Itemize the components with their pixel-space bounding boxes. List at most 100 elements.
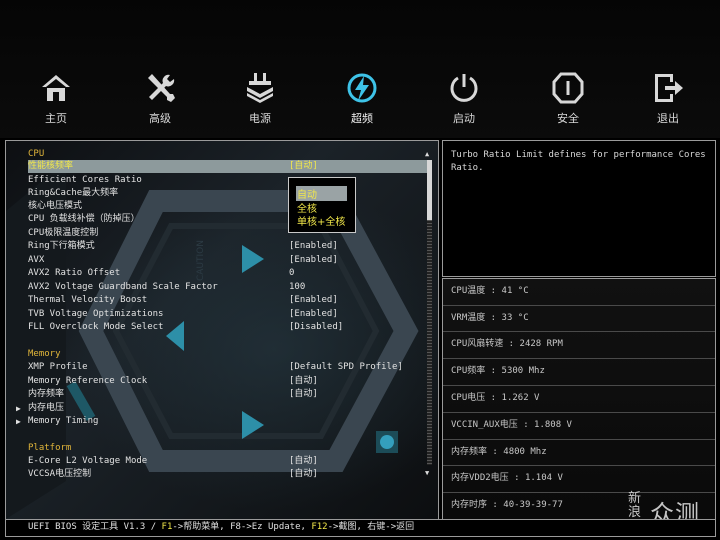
setting-row-pcore-ratio[interactable]: 性能核频率 [自动] <box>28 160 428 173</box>
status-value: : 40-39-39-77 <box>487 500 563 510</box>
exit-icon <box>655 74 683 102</box>
scrollbar-thumb[interactable] <box>427 160 432 220</box>
setting-row-tjmax[interactable]: CPU极限温度控制 <box>28 227 428 240</box>
setting-label: 内存电压 <box>28 403 65 413</box>
setting-label: AVX2 Voltage Guardband Scale Factor <box>28 282 218 292</box>
nav-item-boot[interactable]: 启动 <box>432 72 496 126</box>
setting-label: 核心电压模式 <box>28 201 83 211</box>
setting-label: Memory Timing <box>28 416 99 426</box>
dropdown-option-single-all-core[interactable]: 单核+全核 <box>297 213 345 228</box>
scroll-down-arrow-icon[interactable]: ▼ <box>425 469 429 477</box>
hardware-monitor-panel: CPU温度 : 41 °C VRM温度 : 33 °C CPU风扇转速 : 24… <box>442 278 716 520</box>
status-cpu-voltage: CPU电压 : 1.262 V <box>451 390 539 403</box>
setting-row-ring-down[interactable]: Ring下行箱模式 [Enabled] <box>28 240 428 253</box>
status-label: CPU风扇转速 <box>451 339 504 349</box>
setting-value: [自动] <box>289 376 318 386</box>
dropdown-option-auto[interactable]: 自动 <box>296 186 347 201</box>
setting-label: AVX <box>28 255 45 265</box>
setting-value: [自动] <box>289 469 318 479</box>
status-label: CPU温度 <box>451 286 486 296</box>
nav-label-advanced: 高级 <box>149 112 171 125</box>
setting-row-vccsa[interactable]: VCCSA电压控制 [自动] <box>28 468 428 481</box>
divider <box>443 331 715 332</box>
setting-row-fll-mode[interactable]: FLL Overclock Mode Select [Disabled] <box>28 321 428 334</box>
setting-value: [自动] <box>289 456 318 466</box>
setting-value: [Default SPD Profile] <box>289 362 403 372</box>
status-value: : 1.808 V <box>517 420 572 430</box>
power-button-icon <box>450 74 478 102</box>
setting-label: 性能核频率 <box>28 161 74 171</box>
setting-value: [自动] <box>289 161 318 171</box>
section-title-cpu: CPU <box>28 149 45 159</box>
submenu-mem-timing[interactable]: ▶ Memory Timing <box>16 415 428 428</box>
divider <box>443 412 715 413</box>
setting-row-mem-ref-clock[interactable]: Memory Reference Clock [自动] <box>28 375 428 388</box>
status-mem-vdd2: 内存VDD2电压 : 1.104 V <box>451 470 563 483</box>
submenu-arrow-icon: ▶ <box>16 417 21 426</box>
footer-help-text: UEFI BIOS 设定工具 V1.3 / F1->帮助菜单, F8->Ez U… <box>28 521 414 534</box>
status-cpu-freq: CPU频率 : 5300 Mhz <box>451 363 545 376</box>
nav-item-power[interactable]: 电源 <box>228 72 292 126</box>
nav-item-overclock[interactable]: 超频 <box>330 72 394 126</box>
setting-label: Ring&Cache最大频率 <box>28 188 119 198</box>
status-vccin-aux: VCCIN_AUX电压 : 1.808 V <box>451 417 572 430</box>
divider <box>443 305 715 306</box>
footer-part: ->帮助菜单, F8->Ez Update, <box>172 522 312 532</box>
status-vrm-temp: VRM温度 : 33 °C <box>451 310 529 323</box>
divider <box>443 358 715 359</box>
power-plug-icon <box>247 73 273 103</box>
nav-label-boot: 启动 <box>453 112 475 125</box>
setting-value: [Disabled] <box>289 322 344 332</box>
nav-item-security[interactable]: 安全 <box>536 72 600 126</box>
footer-part: ->截图, 右键->返回 <box>327 522 415 532</box>
status-label: 内存VDD2电压 <box>451 473 509 483</box>
nav-label-home: 主页 <box>45 112 67 125</box>
setting-value: [Enabled] <box>289 255 338 265</box>
nav-item-exit[interactable]: 退出 <box>636 72 700 126</box>
setting-value: 100 <box>289 282 306 292</box>
overclock-lightning-icon <box>347 73 377 103</box>
nav-label-power: 电源 <box>249 112 271 125</box>
status-label: VCCIN_AUX电压 <box>451 420 518 430</box>
tools-icon <box>148 74 175 102</box>
setting-row-tvb-voltage[interactable]: TVB Voltage Optimizations [Enabled] <box>28 308 428 321</box>
setting-row-avx[interactable]: AVX [Enabled] <box>28 254 428 267</box>
status-value: : 5300 Mhz <box>485 366 545 376</box>
ratio-dropdown-menu[interactable]: 自动 全核 单核+全核 <box>288 177 356 233</box>
help-panel: Turbo Ratio Limit defines for performanc… <box>442 140 716 277</box>
setting-label: FLL Overclock Mode Select <box>28 322 164 332</box>
setting-row-avx2-offset[interactable]: AVX2 Ratio Offset 0 <box>28 267 428 280</box>
setting-row-vcore-mode[interactable]: 核心电压模式 <box>28 200 428 213</box>
section-title-memory: Memory <box>28 349 61 359</box>
setting-label: Thermal Velocity Boost <box>28 295 148 305</box>
setting-row-llc[interactable]: CPU 负载线补偿（防掉压） <box>28 213 428 226</box>
status-value: : 1.104 V <box>508 473 563 483</box>
setting-label: Efficient Cores Ratio <box>28 175 142 185</box>
setting-label: CPU 负载线补偿（防掉压） <box>28 214 140 224</box>
setting-label: TVB Voltage Optimizations <box>28 309 164 319</box>
setting-row-ecore-ratio[interactable]: Efficient Cores Ratio <box>28 174 428 187</box>
nav-item-home[interactable]: 主页 <box>24 72 88 126</box>
setting-row-avx2-guardband[interactable]: AVX2 Voltage Guardband Scale Factor 100 <box>28 281 428 294</box>
status-label: 内存频率 <box>451 447 488 457</box>
status-label: CPU电压 <box>451 393 486 403</box>
setting-value: 0 <box>289 268 295 278</box>
status-value: : 1.262 V <box>485 393 540 403</box>
setting-value: [Enabled] <box>289 309 338 319</box>
security-shield-icon <box>552 72 584 104</box>
setting-label: Memory Reference Clock <box>28 376 148 386</box>
scroll-up-arrow-icon[interactable]: ▲ <box>425 150 429 158</box>
setting-row-mem-freq[interactable]: 内存频率 [自动] <box>28 388 428 401</box>
status-label: 内存时序 <box>451 500 488 510</box>
setting-row-xmp[interactable]: XMP Profile [Default SPD Profile] <box>28 361 428 374</box>
setting-row-ecore-l2-voltage[interactable]: E-Core L2 Voltage Mode [自动] <box>28 455 428 468</box>
setting-row-tvb[interactable]: Thermal Velocity Boost [Enabled] <box>28 294 428 307</box>
setting-label: 内存频率 <box>28 389 65 399</box>
status-label: CPU频率 <box>451 366 486 376</box>
setting-row-ring-cache[interactable]: Ring&Cache最大频率 <box>28 187 428 200</box>
setting-value: [Enabled] <box>289 295 338 305</box>
divider <box>443 385 715 386</box>
submenu-mem-voltage[interactable]: ▶ 内存电压 <box>16 402 428 415</box>
nav-item-advanced[interactable]: 高级 <box>128 72 192 126</box>
setting-value: [Enabled] <box>289 241 338 251</box>
